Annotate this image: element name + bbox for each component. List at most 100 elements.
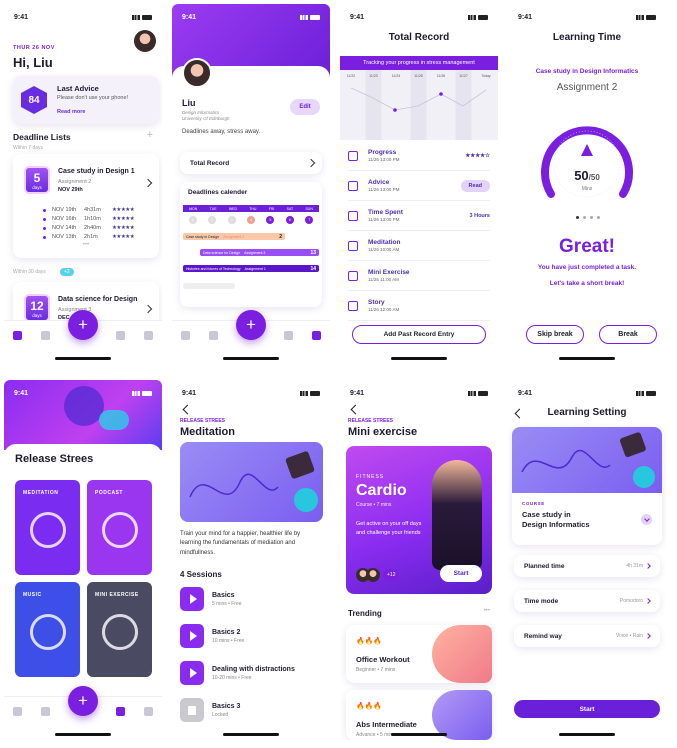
total-record-button[interactable]: Total Record: [180, 152, 322, 174]
add-past-record-button[interactable]: Add Past Record Entry: [352, 325, 486, 344]
calendar-date[interactable]: 7: [305, 216, 314, 224]
lock-icon[interactable]: [180, 698, 204, 722]
record-row[interactable]: Time Spent 11/26 13:00 PM 3 Hours: [348, 201, 490, 231]
dot-icon: [43, 235, 46, 239]
chevron-down-icon[interactable]: [641, 514, 652, 525]
play-icon[interactable]: [180, 624, 204, 648]
calendar-date[interactable]: 4: [246, 216, 255, 224]
avatar[interactable]: [134, 30, 156, 52]
record-row[interactable]: Mini Exercise 11/26 11:00 AM: [348, 261, 490, 291]
setting-row[interactable]: Planned time 4h 31m: [514, 555, 660, 577]
start-button[interactable]: Start: [514, 700, 660, 718]
release-tile[interactable]: MEDITATION: [15, 480, 80, 575]
profile-tab-icon[interactable]: [143, 331, 153, 340]
record-text: Progress 11/26 13:00 PM: [368, 149, 399, 162]
list-tab-icon[interactable]: [181, 331, 191, 340]
back-arrow-icon[interactable]: [350, 404, 361, 415]
home-tab-icon[interactable]: [116, 331, 126, 340]
timer-unit: Mins: [581, 186, 593, 192]
add-button[interactable]: +: [236, 310, 266, 340]
session-item[interactable]: Basics 3 Locked: [180, 698, 322, 722]
list-tab-icon[interactable]: [13, 707, 23, 716]
home-indicator: [223, 357, 279, 360]
release-tile[interactable]: MUSIC: [15, 582, 80, 677]
list-tab-icon[interactable]: [13, 331, 23, 340]
cardio-card[interactable]: FITNESS Cardio Course • 7 mins Get activ…: [346, 446, 492, 594]
deadline-bar-3[interactable]: Histories and futures of Technology Assig…: [183, 265, 319, 272]
calendar-date[interactable]: 1: [188, 216, 197, 224]
home-indicator: [55, 357, 111, 360]
battery-icon: [310, 390, 320, 396]
profile-tab-icon[interactable]: [143, 707, 153, 716]
break-button[interactable]: Break: [599, 325, 657, 344]
record-value[interactable]: Read: [460, 179, 490, 192]
session-item[interactable]: Basics 5 mins • Free: [180, 587, 322, 611]
weekday-label: SAT: [286, 206, 294, 211]
signal-icon: [132, 14, 140, 20]
play-icon[interactable]: [180, 587, 204, 611]
cardio-course: Course • 7 mins: [356, 502, 392, 508]
chart-column: [343, 70, 359, 140]
calendar-date[interactable]: 6: [285, 216, 294, 224]
timer-ring: [541, 126, 633, 198]
calendar-date[interactable]: 3: [227, 216, 236, 224]
status-bar: 9:41: [518, 388, 656, 398]
back-arrow-icon[interactable]: [182, 404, 193, 415]
more-dots[interactable]: •••: [13, 242, 159, 248]
chevron-right-icon[interactable]: [143, 304, 153, 314]
course-label: COURSE: [522, 501, 545, 506]
session-item[interactable]: Basics 2 10 mins • Free: [180, 624, 322, 648]
home-indicator: [559, 357, 615, 360]
record-row[interactable]: Advice 11/26 13:00 PM Read: [348, 171, 490, 201]
trend-chart: 11/22 11/23 11/24 11/25 11/26 11/27 Today: [343, 70, 494, 140]
days-count: 12: [30, 299, 44, 313]
calendar-date[interactable]: 5: [266, 216, 275, 224]
release-tile[interactable]: MINI EXERCISE: [87, 582, 152, 677]
add-button[interactable]: +: [68, 686, 98, 716]
deadline-bar-2[interactable]: Data science for Design Assignment 3 13: [200, 249, 319, 256]
mic-tab-icon[interactable]: [208, 331, 218, 340]
skip-break-button[interactable]: Skip break: [526, 325, 584, 344]
release-tile[interactable]: PODCAST: [87, 480, 152, 575]
record-row[interactable]: Progress 11/26 13:00 PM ★★★★☆: [348, 141, 490, 171]
setting-row[interactable]: Remind way Voice • Rain: [514, 625, 660, 647]
record-row[interactable]: Meditation 11/26 10:00 AM: [348, 231, 490, 261]
signal-icon: [636, 390, 644, 396]
setting-value: 4h 31m: [626, 563, 651, 569]
record-row[interactable]: Story 11/26 12:00 AM: [348, 291, 490, 321]
add-button[interactable]: +: [68, 310, 98, 340]
card2-title: Data science for Design: [58, 296, 138, 303]
session-desc: 5 mins • Free: [212, 600, 242, 607]
clock-icon: [348, 210, 358, 221]
trending-title: Trending: [348, 609, 382, 618]
deadline-bar-1[interactable]: Case study in Design Assignment 2 2: [183, 233, 285, 240]
setting-row[interactable]: Time mode Pomodoro: [514, 590, 660, 612]
kicker: RELEASE STREES: [180, 418, 226, 424]
more-dots[interactable]: •••: [484, 608, 490, 614]
home-tab-icon[interactable]: [116, 707, 126, 716]
trending-item-office[interactable]: 🔥🔥🔥 Office Workout Beginner • 7 mins: [346, 625, 492, 683]
mic-tab-icon[interactable]: [40, 331, 50, 340]
start-button[interactable]: Start: [440, 565, 482, 582]
play-icon[interactable]: [180, 661, 204, 685]
add-deadline-button[interactable]: +: [147, 129, 153, 141]
advice-title: Last Advice: [57, 84, 99, 93]
deadline-card-1[interactable]: 5 days Case study in Design 1 Assignment …: [13, 154, 159, 258]
course-card[interactable]: COURSE Case study in Design Informatics: [512, 427, 662, 545]
read-more-link[interactable]: Read more: [57, 109, 85, 115]
chevron-right-icon[interactable]: [143, 178, 153, 188]
avatar[interactable]: [182, 58, 212, 88]
advice-card[interactable]: 84 Last Advice Please don't use your pho…: [13, 76, 159, 124]
log-date: NOV 19th: [52, 207, 77, 213]
calendar-date[interactable]: 2: [208, 216, 217, 224]
within-30-label: Within 30 days: [13, 269, 46, 275]
calendar-dates: 1 2 3 4 5 6 7: [183, 216, 319, 224]
mic-tab-icon[interactable]: [40, 707, 50, 716]
edit-button[interactable]: Edit: [290, 99, 320, 115]
item-photo: [432, 625, 492, 683]
profile-tab-icon[interactable]: [311, 331, 321, 340]
pen-icon: [348, 180, 358, 191]
home-tab-icon[interactable]: [284, 331, 294, 340]
school-line-1: Design Informatics: [182, 110, 220, 115]
session-item[interactable]: Dealing with distractions 10-20 mins • Fr…: [180, 661, 322, 685]
